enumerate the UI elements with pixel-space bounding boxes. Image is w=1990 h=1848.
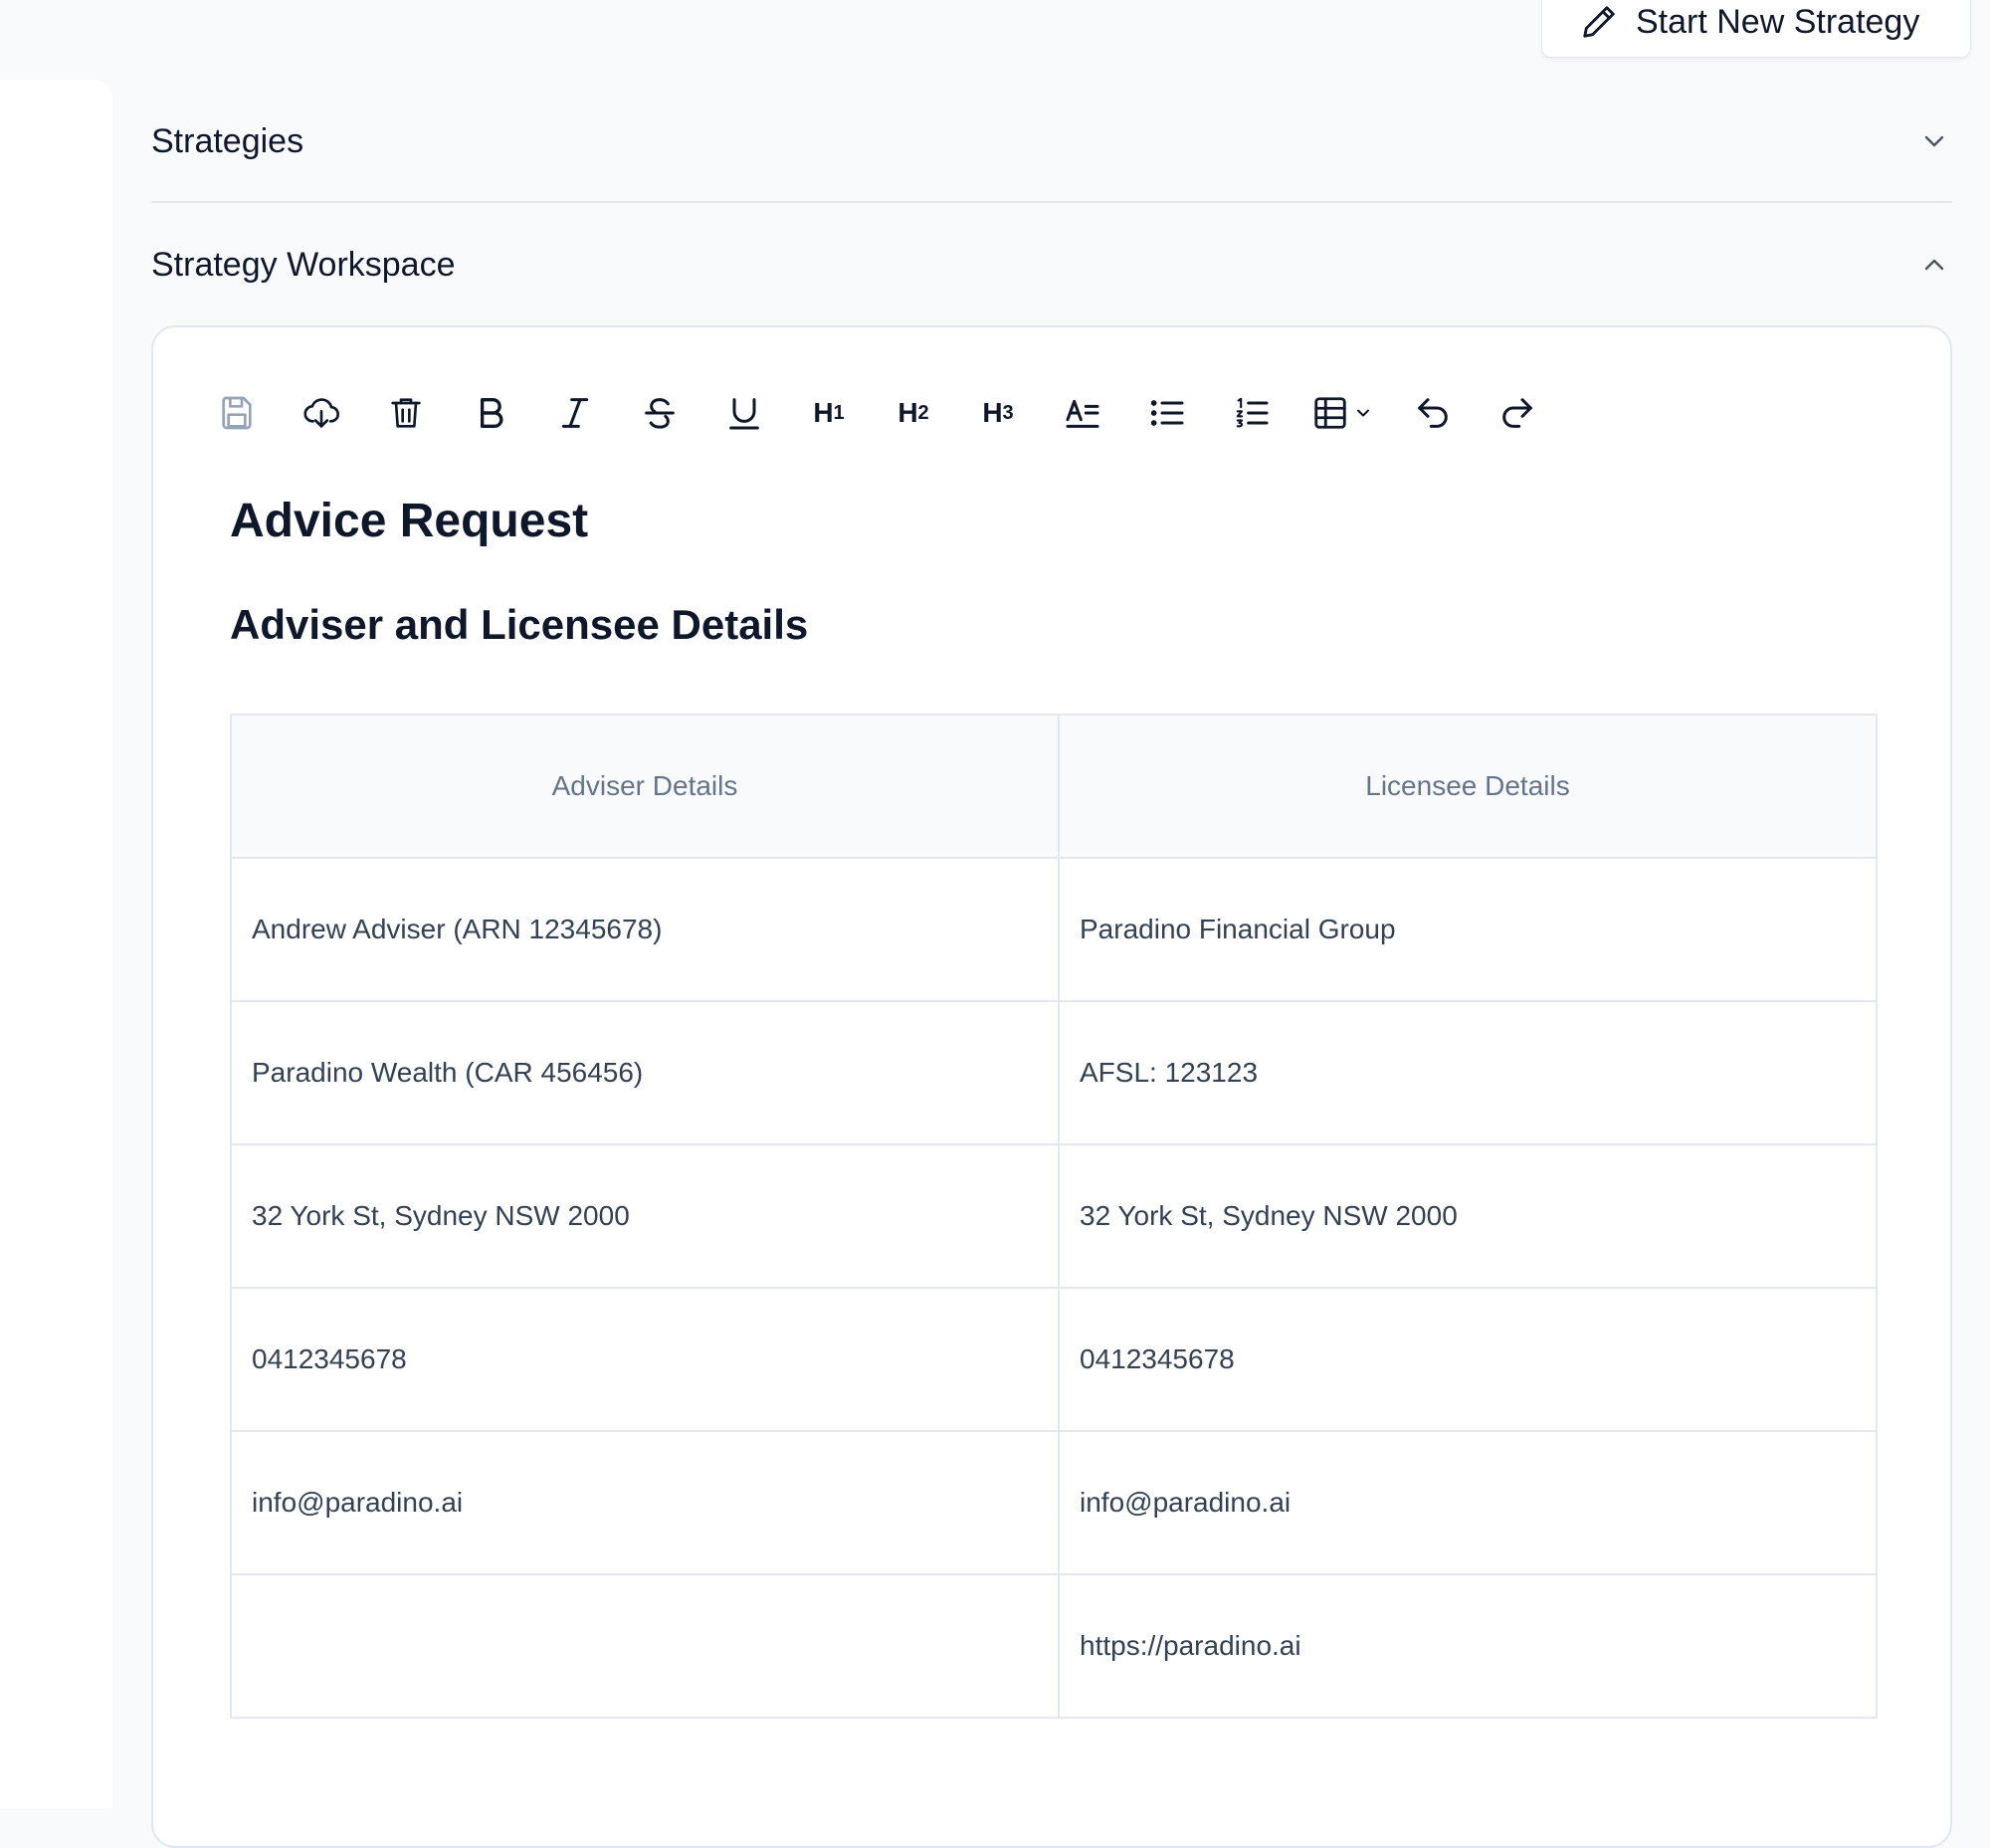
heading-2-icon[interactable]: H2 [884,383,943,443]
table-row: 32 York St, Sydney NSW 2000 32 York St, … [230,1143,1878,1289]
column-header-adviser: Adviser Details [230,714,1060,859]
table-icon[interactable] [1306,383,1378,443]
heading-3-icon[interactable]: H3 [968,383,1028,443]
table-cell[interactable]: 0412345678 [230,1287,1060,1432]
strategy-workspace-section-title: Strategy Workspace [151,245,456,284]
table-cell[interactable]: AFSL: 123123 [1058,1000,1878,1145]
start-new-strategy-label: Start New Strategy [1636,2,1920,41]
table-cell[interactable]: 0412345678 [1058,1287,1878,1432]
numbered-list-icon[interactable] [1222,383,1282,443]
trash-icon[interactable] [376,383,436,443]
chevron-down-icon[interactable] [1918,125,1950,157]
column-header-licensee: Licensee Details [1058,714,1878,859]
redo-icon[interactable] [1488,383,1547,443]
document-title: Advice Request [230,495,589,547]
editor-card: H1 H2 H3 Advice Request Adviser and Lice… [151,325,1952,1848]
table-cell[interactable]: info@paradino.ai [230,1430,1060,1575]
table-row: Andrew Adviser (ARN 12345678) Paradino F… [230,857,1878,1002]
underline-icon[interactable] [714,383,774,443]
table-cell[interactable]: Paradino Financial Group [1058,857,1878,1002]
strategies-section-header[interactable]: Strategies [151,111,1952,171]
table-header-row: Adviser Details Licensee Details [230,714,1878,859]
text-format-icon[interactable] [1053,383,1112,443]
undo-icon[interactable] [1403,383,1463,443]
pencil-icon [1580,3,1618,41]
cloud-download-icon[interactable] [292,383,351,443]
table-cell[interactable]: Paradino Wealth (CAR 456456) [230,1000,1060,1145]
table-cell[interactable]: 32 York St, Sydney NSW 2000 [1058,1143,1878,1289]
table-row: https://paradino.ai [230,1573,1878,1719]
bold-icon[interactable] [461,383,520,443]
heading-1-icon[interactable]: H1 [799,383,859,443]
save-icon[interactable] [207,383,267,443]
chevron-up-icon[interactable] [1918,249,1950,281]
strikethrough-icon[interactable] [630,383,690,443]
details-table: Adviser Details Licensee Details Andrew … [230,714,1878,1719]
section-heading: Adviser and Licensee Details [230,601,809,648]
table-cell[interactable]: https://paradino.ai [1058,1573,1878,1719]
table-cell[interactable] [230,1573,1060,1719]
table-row: info@paradino.ai info@paradino.ai [230,1430,1878,1575]
table-cell[interactable]: info@paradino.ai [1058,1430,1878,1575]
section-divider [151,201,1952,203]
start-new-strategy-button[interactable]: Start New Strategy [1541,0,1971,58]
table-row: Paradino Wealth (CAR 456456) AFSL: 12312… [230,1000,1878,1145]
bullet-list-icon[interactable] [1137,383,1197,443]
strategy-workspace-section-header[interactable]: Strategy Workspace [151,235,1952,295]
table-cell[interactable]: Andrew Adviser (ARN 12345678) [230,857,1060,1002]
editor-toolbar: H1 H2 H3 [207,383,1572,443]
table-row: 0412345678 0412345678 [230,1287,1878,1432]
table-cell[interactable]: 32 York St, Sydney NSW 2000 [230,1143,1060,1289]
italic-icon[interactable] [545,383,605,443]
left-sidebar [0,80,112,1808]
strategies-section-title: Strategies [151,121,304,160]
